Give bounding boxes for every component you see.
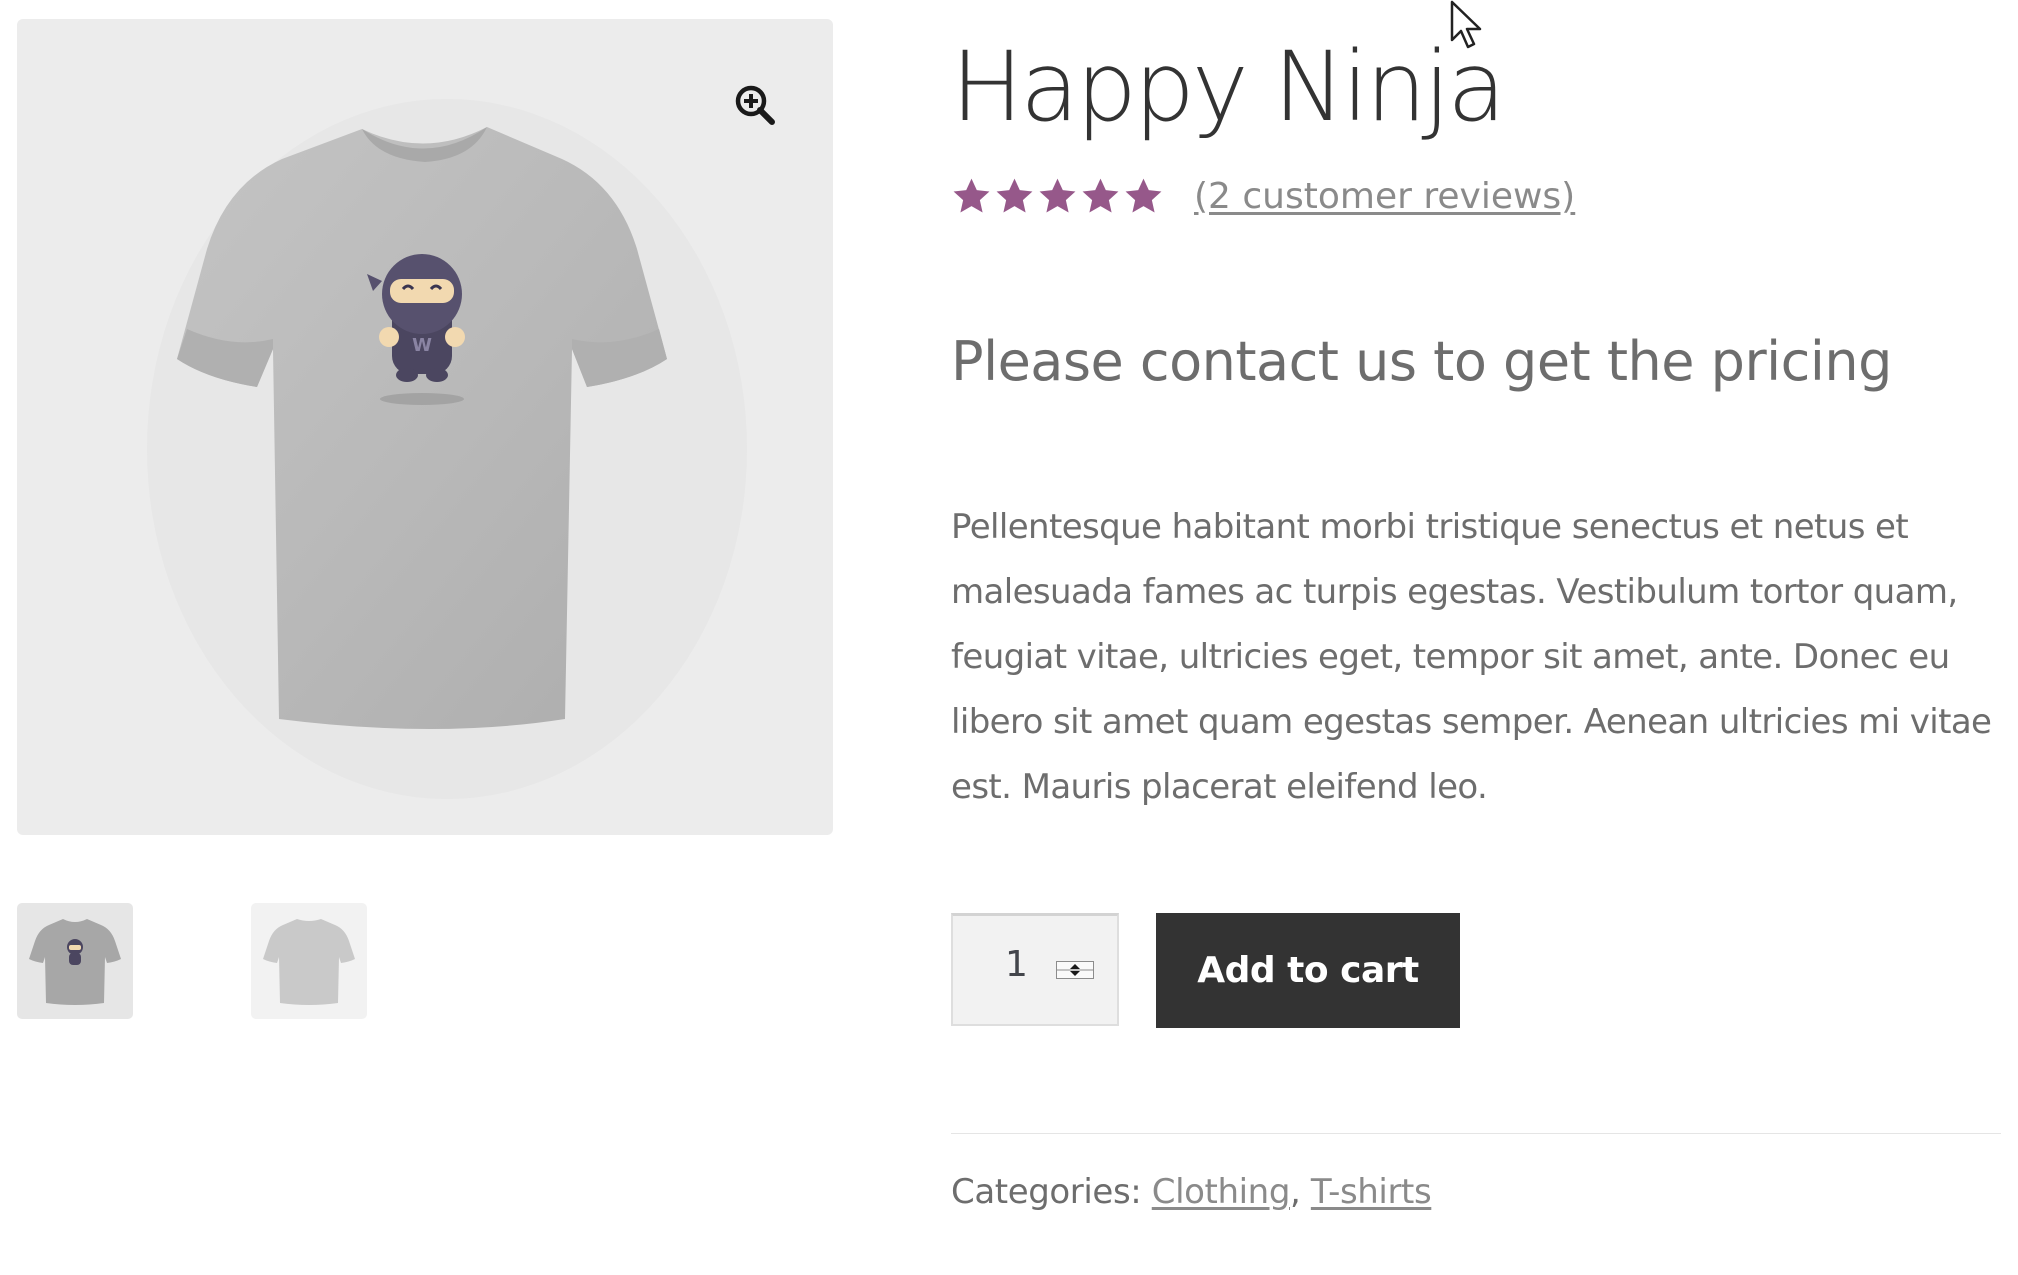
quantity-stepper[interactable]: 1: [951, 913, 1119, 1026]
svg-text:W: W: [412, 335, 432, 356]
quantity-spinner[interactable]: [1056, 961, 1094, 979]
spinner-arrows-icon: [1057, 964, 1093, 976]
category-separator: ,: [1290, 1172, 1301, 1212]
category-link-tshirts[interactable]: T-shirts: [1311, 1172, 1432, 1212]
star-icon: [996, 178, 1033, 213]
categories-label: Categories:: [951, 1172, 1142, 1212]
thumbnail-back[interactable]: [251, 903, 367, 1019]
tshirt-front-thumbnail: [29, 919, 121, 1005]
star-icon: [953, 178, 990, 213]
product-meta: Categories: Clothing, T-shirts: [951, 1172, 1432, 1212]
star-rating: (2 customer reviews): [951, 176, 1575, 217]
price-note: Please contact us to get the pricing: [951, 330, 1892, 393]
star-icon: [1082, 178, 1119, 213]
quantity-value[interactable]: 1: [1005, 944, 1028, 985]
star-icon: [1125, 178, 1162, 213]
zoom-in-icon: [735, 85, 775, 125]
tshirt-back-thumbnail: [263, 919, 355, 1005]
category-link-clothing[interactable]: Clothing: [1152, 1172, 1291, 1212]
product-main-image[interactable]: W: [17, 19, 833, 835]
rating-stars: [951, 176, 1164, 217]
product-short-description: Pellentesque habitant morbi tristique se…: [951, 507, 1992, 807]
product-page: W Happy Ninja (2 customer reviews) Pleas…: [0, 0, 2018, 1275]
meta-divider: [951, 1133, 2001, 1134]
thumbnail-front[interactable]: [17, 903, 133, 1019]
star-icon: [1039, 178, 1076, 213]
product-title: Happy Ninja: [951, 31, 1506, 143]
zoom-button[interactable]: [727, 77, 783, 133]
customer-reviews-link[interactable]: (2 customer reviews): [1194, 176, 1575, 217]
add-to-cart-button[interactable]: Add to cart: [1156, 913, 1460, 1028]
tshirt-image: W: [147, 99, 747, 799]
